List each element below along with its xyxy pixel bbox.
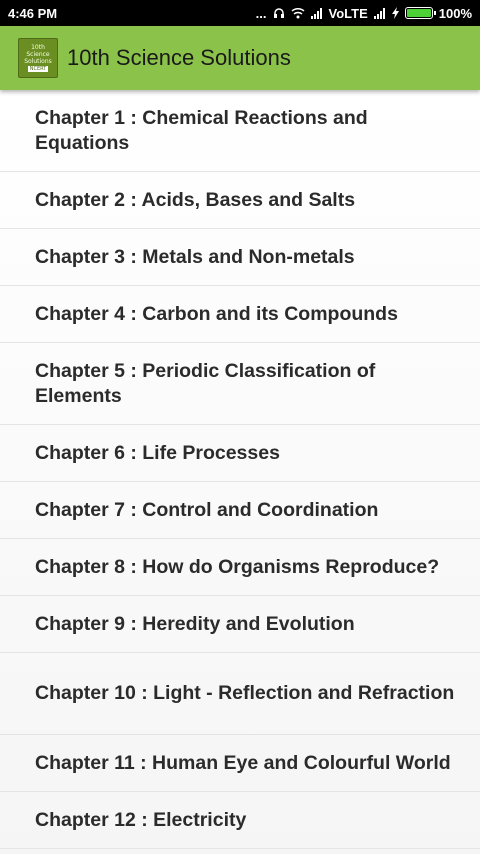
app-title: 10th Science Solutions: [67, 45, 291, 70]
logo-line-2: Science: [26, 51, 50, 58]
headset-icon: [273, 7, 285, 19]
list-item-chapter-1[interactable]: Chapter 1 : Chemical Reactions and Equat…: [0, 90, 480, 172]
list-item-chapter-2[interactable]: Chapter 2 : Acids, Bases and Salts: [0, 172, 480, 229]
charging-icon: [391, 7, 399, 19]
list-item-chapter-12[interactable]: Chapter 12 : Electricity: [0, 792, 480, 849]
list-item-chapter-8[interactable]: Chapter 8 : How do Organisms Reproduce?: [0, 539, 480, 596]
status-bar: 4:46 PM ... VoLTE 100%: [0, 0, 480, 26]
signal-icon-2: [373, 7, 386, 19]
battery-fill: [406, 9, 431, 17]
chapter-list[interactable]: Chapter 1 : Chemical Reactions and Equat…: [0, 90, 480, 854]
logo-line-3: Solutions: [24, 58, 52, 65]
status-time: 4:46 PM: [8, 5, 58, 21]
list-item-chapter-10[interactable]: Chapter 10 : Light - Reflection and Refr…: [0, 653, 480, 735]
battery-percent: 100%: [438, 5, 472, 21]
app-bar: 10th Science Solutions NCERT 10th Scienc…: [0, 26, 480, 90]
more-dots-icon: ...: [255, 5, 267, 21]
list-item-chapter-11[interactable]: Chapter 11 : Human Eye and Colourful Wor…: [0, 735, 480, 792]
signal-icon: [310, 7, 323, 19]
list-item-chapter-5[interactable]: Chapter 5 : Periodic Classification of E…: [0, 343, 480, 425]
logo-badge: NCERT: [27, 66, 49, 72]
network-label: VoLTE: [328, 5, 368, 21]
logo-line-1: 10th: [31, 44, 45, 51]
list-item-chapter-9[interactable]: Chapter 9 : Heredity and Evolution: [0, 596, 480, 653]
list-item-chapter-6[interactable]: Chapter 6 : Life Processes: [0, 425, 480, 482]
status-icons: ... VoLTE 100%: [256, 6, 472, 21]
battery-icon: [404, 7, 436, 19]
wifi-icon: [291, 7, 305, 19]
list-item-chapter-4[interactable]: Chapter 4 : Carbon and its Compounds: [0, 286, 480, 343]
app-logo: 10th Science Solutions NCERT: [18, 38, 58, 78]
list-item-chapter-7[interactable]: Chapter 7 : Control and Coordination: [0, 482, 480, 539]
list-item-chapter-3[interactable]: Chapter 3 : Metals and Non-metals: [0, 229, 480, 286]
